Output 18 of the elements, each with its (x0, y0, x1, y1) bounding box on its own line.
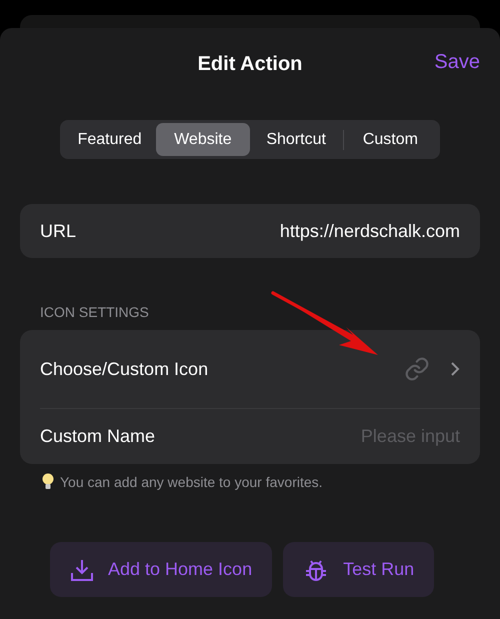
custom-name-label: Custom Name (40, 426, 156, 447)
segment-tab[interactable]: Website (156, 123, 250, 156)
sheet-title: Edit Action (198, 52, 302, 76)
choose-icon-label: Choose/Custom Icon (40, 358, 210, 380)
url-label: URL (40, 220, 78, 242)
segment-tab[interactable]: Featured (63, 123, 156, 156)
action-button[interactable]: Add to Home Icon (50, 542, 272, 597)
save-button[interactable]: Save (434, 51, 480, 74)
download-icon (70, 558, 94, 582)
segment-tab[interactable]: Shortcut (250, 123, 343, 156)
action-button[interactable]: Test Run (283, 542, 434, 597)
chevron-right-icon[interactable] (450, 361, 460, 377)
lightbulb-icon (42, 473, 54, 490)
url-value: https://nerdschalk.com (280, 220, 460, 242)
segment-tab[interactable]: Custom (344, 123, 437, 156)
section-heading: ICON SETTINGS (39, 304, 150, 320)
link-icon (404, 356, 430, 382)
hint-text: You can add any website to your favorites. (60, 474, 323, 490)
